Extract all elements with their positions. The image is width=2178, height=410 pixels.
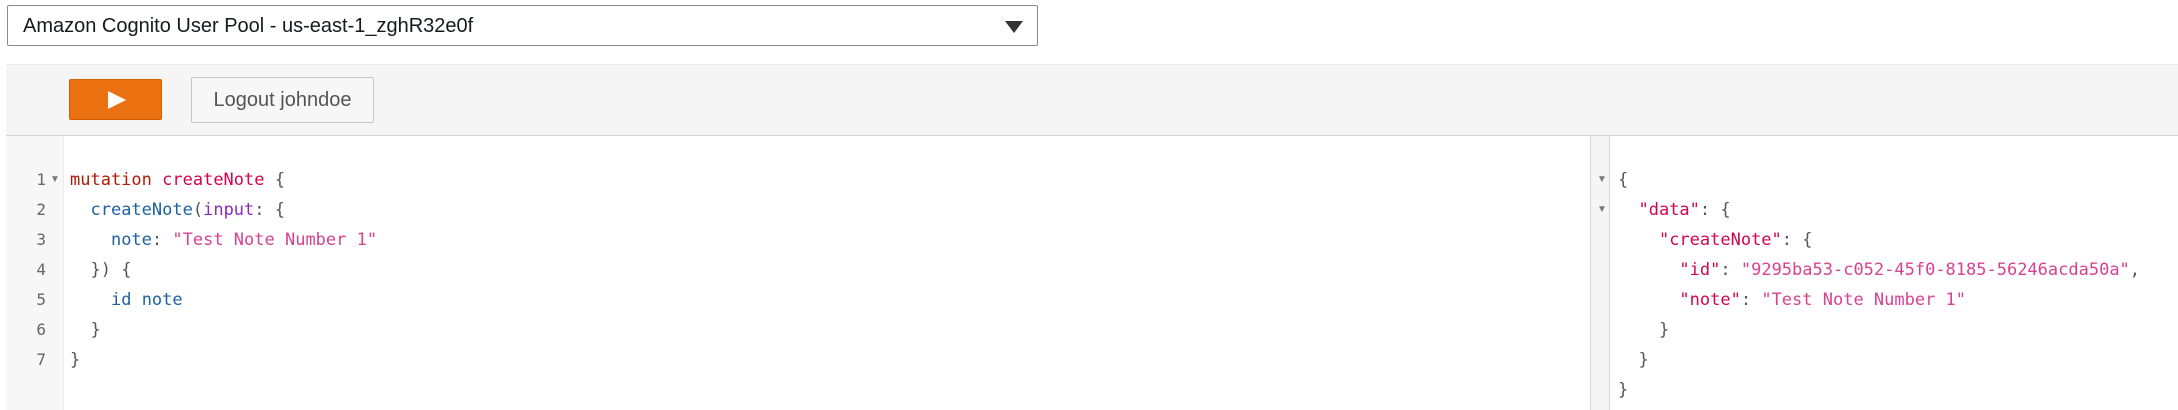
fold-arrow-icon[interactable]: ▼ xyxy=(1597,165,1607,195)
result-line: { xyxy=(1618,165,1628,195)
line-number: 4 xyxy=(36,260,46,279)
code-line-6: } xyxy=(70,315,101,345)
line-number: 1 xyxy=(36,170,46,189)
selected-field: note xyxy=(141,290,183,310)
auth-mode-selected-value: Amazon Cognito User Pool - us-east-1_zgh… xyxy=(23,15,474,37)
string-value: "Test Note Number 1" xyxy=(172,230,378,250)
selected-field: id xyxy=(110,290,132,310)
fold-arrow-icon[interactable]: ▼ xyxy=(50,165,60,195)
code-line-3: note: "Test Note Number 1" xyxy=(70,225,377,255)
brace: } xyxy=(90,320,101,340)
line-number-gutter: 1 ▼ 2 3 4 5 6 7 xyxy=(6,136,64,410)
brace: } xyxy=(70,350,81,370)
auth-mode-select[interactable]: Amazon Cognito User Pool - us-east-1_zgh… xyxy=(7,5,1038,46)
field-name: createNote xyxy=(90,200,193,220)
mutation-keyword: mutation xyxy=(70,170,152,190)
line-number: 5 xyxy=(36,290,46,309)
result-line: "id": "9295ba53-c052-45f0-8185-56246acda… xyxy=(1618,255,2140,285)
result-line: "note": "Test Note Number 1" xyxy=(1618,285,1966,315)
run-query-button[interactable] xyxy=(69,79,162,120)
result-line: "data": { xyxy=(1618,195,1731,225)
punctuation: }) { xyxy=(90,260,132,280)
json-key: "note" xyxy=(1679,290,1741,310)
brace: } xyxy=(1658,320,1670,340)
json-key: "data" xyxy=(1638,200,1700,220)
comma: , xyxy=(2129,260,2141,280)
brace: { xyxy=(1618,170,1629,190)
colon: : xyxy=(1740,290,1762,310)
query-editor[interactable]: 1 ▼ 2 3 4 5 6 7 mutation createNote { cr… xyxy=(6,136,1590,410)
operation-name: createNote xyxy=(162,170,265,190)
brace: } xyxy=(1618,380,1629,400)
play-icon xyxy=(108,91,126,109)
json-string-value: "Test Note Number 1" xyxy=(1761,290,1967,310)
brace: } xyxy=(1638,350,1649,370)
line-number: 2 xyxy=(36,200,46,219)
brace: { xyxy=(274,170,285,190)
result-line: "createNote": { xyxy=(1618,225,1813,255)
colon: : xyxy=(151,230,173,250)
result-line: } xyxy=(1618,315,1669,345)
dropdown-caret-icon[interactable] xyxy=(1005,21,1023,33)
argument-name: input xyxy=(203,200,255,220)
result-line: } xyxy=(1618,345,1649,375)
query-toolbar: Logout johndoe xyxy=(6,64,2178,136)
code-line-2: createNote(input: { xyxy=(70,195,285,225)
json-string-value: "9295ba53-c052-45f0-8185-56246acda50a" xyxy=(1740,260,2130,280)
punctuation: : { xyxy=(1699,200,1731,220)
line-number: 3 xyxy=(36,230,46,249)
input-key: note xyxy=(110,230,152,250)
punctuation: : { xyxy=(1781,230,1813,250)
fold-arrow-icon[interactable]: ▼ xyxy=(1597,195,1607,225)
colon: : xyxy=(1720,260,1741,280)
paren: ( xyxy=(192,200,204,220)
code-line-4: }) { xyxy=(70,255,131,285)
code-line-1: mutation createNote { xyxy=(70,165,285,195)
line-number: 6 xyxy=(36,320,46,339)
result-line: } xyxy=(1618,375,1628,405)
result-panel: { "data": { "createNote": { "id": "9295b… xyxy=(1610,136,2178,410)
line-number: 7 xyxy=(36,350,46,369)
punctuation: : { xyxy=(254,200,285,220)
json-key: "id" xyxy=(1679,260,1721,280)
json-key: "createNote" xyxy=(1658,230,1782,250)
code-line-5: id note xyxy=(70,285,183,315)
logout-button[interactable]: Logout johndoe xyxy=(191,77,374,123)
code-line-7: } xyxy=(70,345,80,375)
